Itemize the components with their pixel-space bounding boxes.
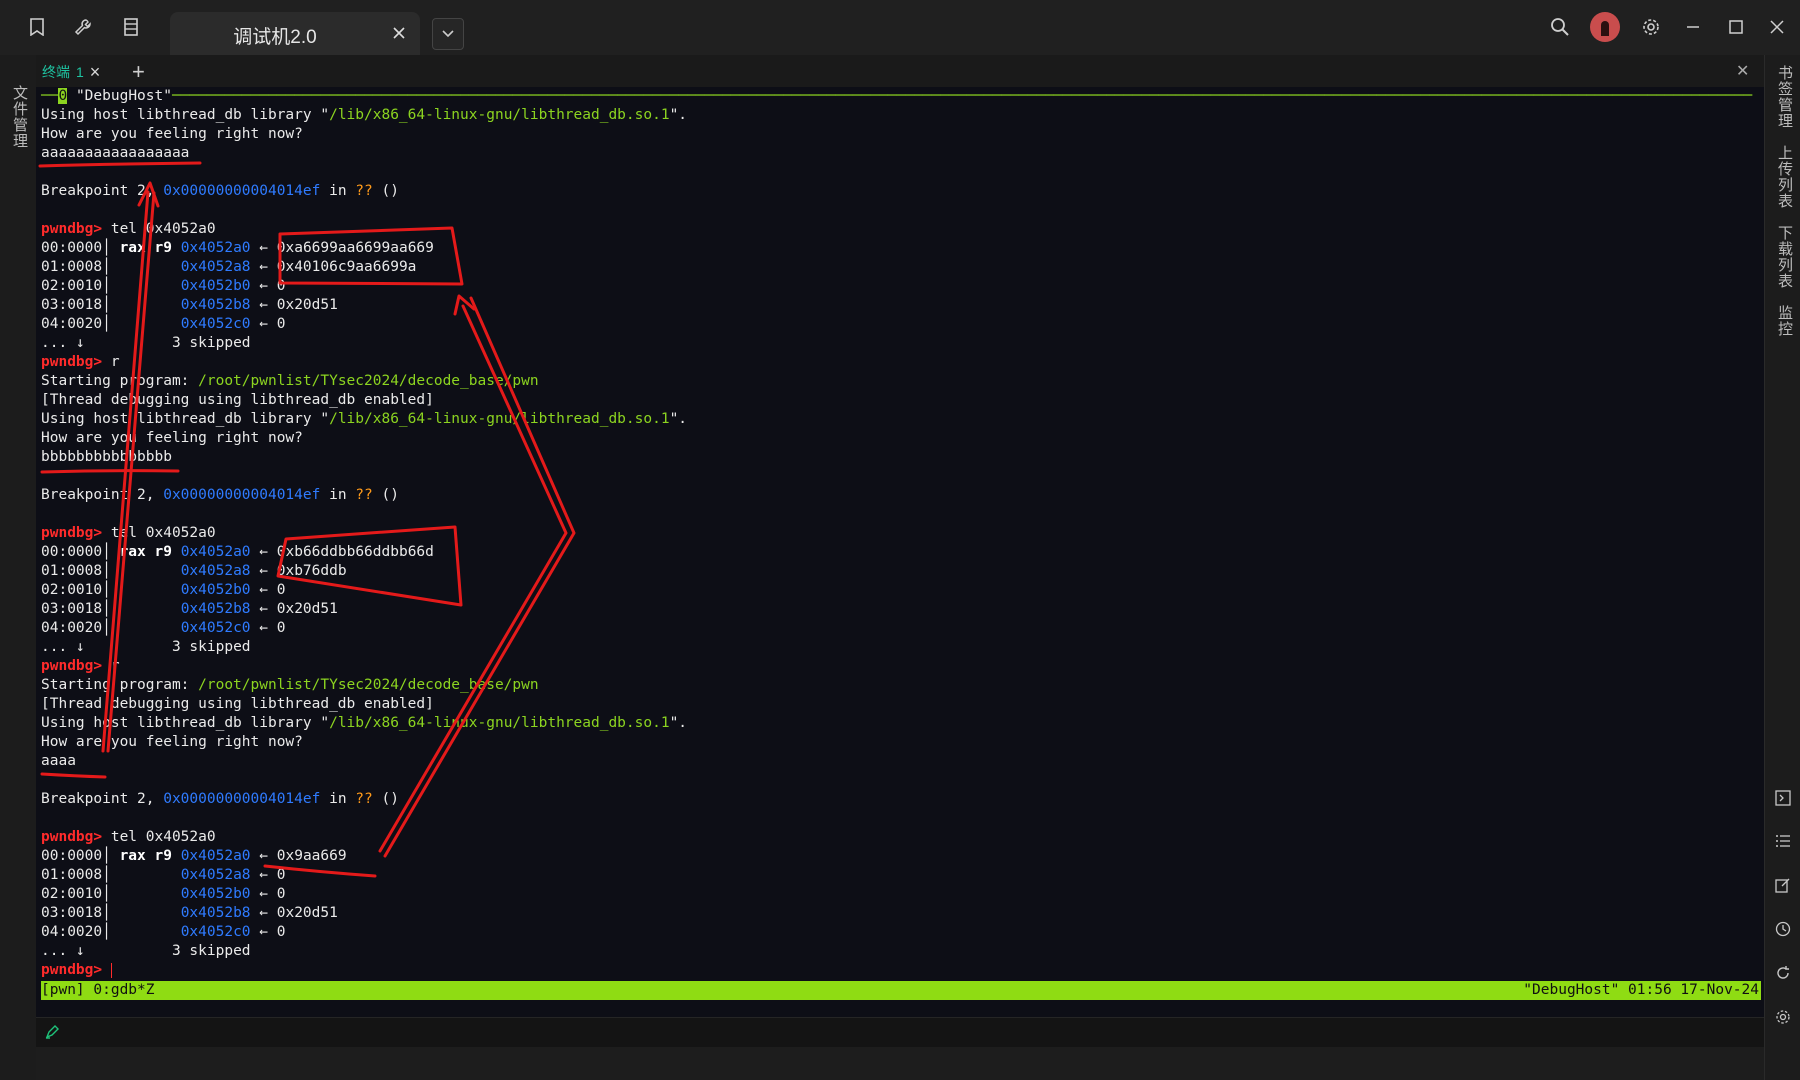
terminal-prompt[interactable]: pwndbg> (41, 961, 112, 980)
terminal-line: How are you feeling right now? (41, 734, 303, 750)
right-sidebar: 书签管理 上传列表 下载列表 监控 (1764, 55, 1800, 1080)
add-tab-icon[interactable]: + (132, 59, 145, 85)
terminal-line: Starting program: /root/pwnlist/TYsec202… (41, 373, 539, 389)
download-list-toggle[interactable]: 下载列表 (1774, 225, 1795, 289)
terminal-line: 01:0008│ 0x4052a8 ← 0x40106c9aa6699a (41, 259, 417, 275)
terminal-line: Breakpoint 2, 0x00000000004014ef in ?? (… (41, 791, 399, 807)
terminal-line: pwndbg> tel 0x4052a0 (41, 525, 216, 541)
terminal-line: Using host libthread_db library "/lib/x8… (41, 715, 688, 731)
terminal-line: aaaaaaaaaaaaaaaaa (41, 145, 190, 161)
close-icon[interactable]: × (90, 62, 101, 83)
terminal-line: Starting program: /root/pwnlist/TYsec202… (41, 677, 539, 693)
terminal-line: 02:0010│ 0x4052b0 ← 0 (41, 582, 286, 598)
terminal-line: ... ↓ 3 skipped (41, 639, 251, 655)
bookmark-manager-toggle[interactable]: 书签管理 (1774, 65, 1795, 129)
close-icon[interactable] (388, 22, 410, 44)
terminal-line: 00:0000│ rax r9 0x4052a0 ← 0x9aa669 (41, 848, 347, 864)
bookmark-icon[interactable] (24, 14, 50, 40)
terminal-line: How are you feeling right now? (41, 126, 303, 142)
terminal-tab-number: 1 (76, 64, 84, 80)
terminal-output[interactable]: ──0 "DebugHost"─────────────────────────… (36, 87, 1764, 1017)
status-left: [pwn] 0:gdb*Z (41, 982, 155, 998)
terminal-line: pwndbg> r (41, 354, 120, 370)
edit-icon[interactable] (1773, 875, 1793, 895)
settings-icon[interactable] (1773, 1007, 1793, 1027)
terminal-line: 03:0018│ 0x4052b8 ← 0x20d51 (41, 297, 338, 313)
terminal-line: 01:0008│ 0x4052a8 ← 0 (41, 867, 286, 883)
terminal-tab-label: 终端 (42, 64, 70, 80)
wrench-icon[interactable] (70, 14, 96, 40)
terminal-icon[interactable] (1773, 788, 1793, 808)
terminal-line: ... ↓ 3 skipped (41, 335, 251, 351)
terminal-line: 02:0010│ 0x4052b0 ← 0 (41, 886, 286, 902)
maximize-icon[interactable] (1723, 14, 1749, 40)
terminal-line: aaaa (41, 753, 76, 769)
terminal-line: How are you feeling right now? (41, 430, 303, 446)
command-input-bar[interactable] (36, 1017, 1764, 1048)
terminal-line: ... ↓ 3 skipped (41, 943, 251, 959)
session-tab[interactable]: 调试机2.0 (170, 12, 420, 55)
text-cursor (110, 962, 112, 978)
terminal-line: Breakpoint 2, 0x00000000004014ef in ?? (… (41, 183, 399, 199)
avatar[interactable] (1590, 12, 1620, 42)
minimize-icon[interactable] (1680, 14, 1706, 40)
terminal-line: 00:0000│ rax r9 0x4052a0 ← 0xa6699aa6699… (41, 240, 434, 256)
history-icon[interactable] (1773, 919, 1793, 939)
session-tab-title: 调试机2.0 (233, 27, 317, 48)
terminal-line: Using host libthread_db library "/lib/x8… (41, 411, 688, 427)
window-close-icon[interactable] (1764, 14, 1790, 40)
terminal-line: 00:0000│ rax r9 0x4052a0 ← 0xb66ddbb66dd… (41, 544, 434, 560)
terminal-line: 04:0020│ 0x4052c0 ← 0 (41, 316, 286, 332)
tab-dropdown-button[interactable] (432, 18, 464, 50)
terminal-line: 04:0020│ 0x4052c0 ← 0 (41, 924, 286, 940)
terminal-line: bbbbbbbbbbbbbbb (41, 449, 172, 465)
bottom-panel (36, 1047, 1764, 1080)
terminal-line: 01:0008│ 0x4052a8 ← 0xb76ddb (41, 563, 347, 579)
monitor-toggle[interactable]: 监控 (1774, 305, 1795, 337)
terminal-tab-strip: 终端 1 × + ✕ (36, 55, 1764, 87)
terminal-line: pwndbg> tel 0x4052a0 (41, 221, 216, 237)
refresh-icon[interactable] (1773, 963, 1793, 983)
title-bar: 调试机2.0 (0, 0, 1800, 55)
terminal-line: pwndbg> tel 0x4052a0 (41, 829, 216, 845)
server-icon[interactable] (118, 14, 144, 40)
pane-close-icon[interactable]: ✕ (1736, 61, 1749, 81)
terminal-line: Breakpoint 2, 0x00000000004014ef in ?? (… (41, 487, 399, 503)
terminal-line: 03:0018│ 0x4052b8 ← 0x20d51 (41, 905, 338, 921)
terminal-line: ──0 "DebugHost"─────────────────────────… (41, 88, 1753, 104)
terminal-line: 04:0020│ 0x4052c0 ← 0 (41, 620, 286, 636)
terminal-line: 03:0018│ 0x4052b8 ← 0x20d51 (41, 601, 338, 617)
status-right: "DebugHost" 01:56 17-Nov-24 (1523, 982, 1759, 998)
tmux-status-bar: [pwn] 0:gdb*Z "DebugHost" 01:56 17-Nov-2… (41, 981, 1761, 1000)
terminal-line: pwndbg> r (41, 658, 120, 674)
file-manager-toggle[interactable]: 文件管理 (9, 85, 30, 149)
terminal-line: [Thread debugging using libthread_db ena… (41, 392, 434, 408)
terminal-line: [Thread debugging using libthread_db ena… (41, 696, 434, 712)
upload-list-toggle[interactable]: 上传列表 (1774, 145, 1795, 209)
gear-icon[interactable] (1638, 14, 1664, 40)
terminal-tab[interactable]: 终端 1 × (42, 59, 100, 85)
terminal-line: Using host libthread_db library "/lib/x8… (41, 107, 688, 123)
pen-icon[interactable] (44, 1024, 60, 1045)
list-icon[interactable] (1773, 831, 1793, 851)
search-icon[interactable] (1547, 14, 1573, 40)
terminal-line: 02:0010│ 0x4052b0 ← 0 (41, 278, 286, 294)
left-sidebar: 文件管理 (0, 55, 37, 1080)
